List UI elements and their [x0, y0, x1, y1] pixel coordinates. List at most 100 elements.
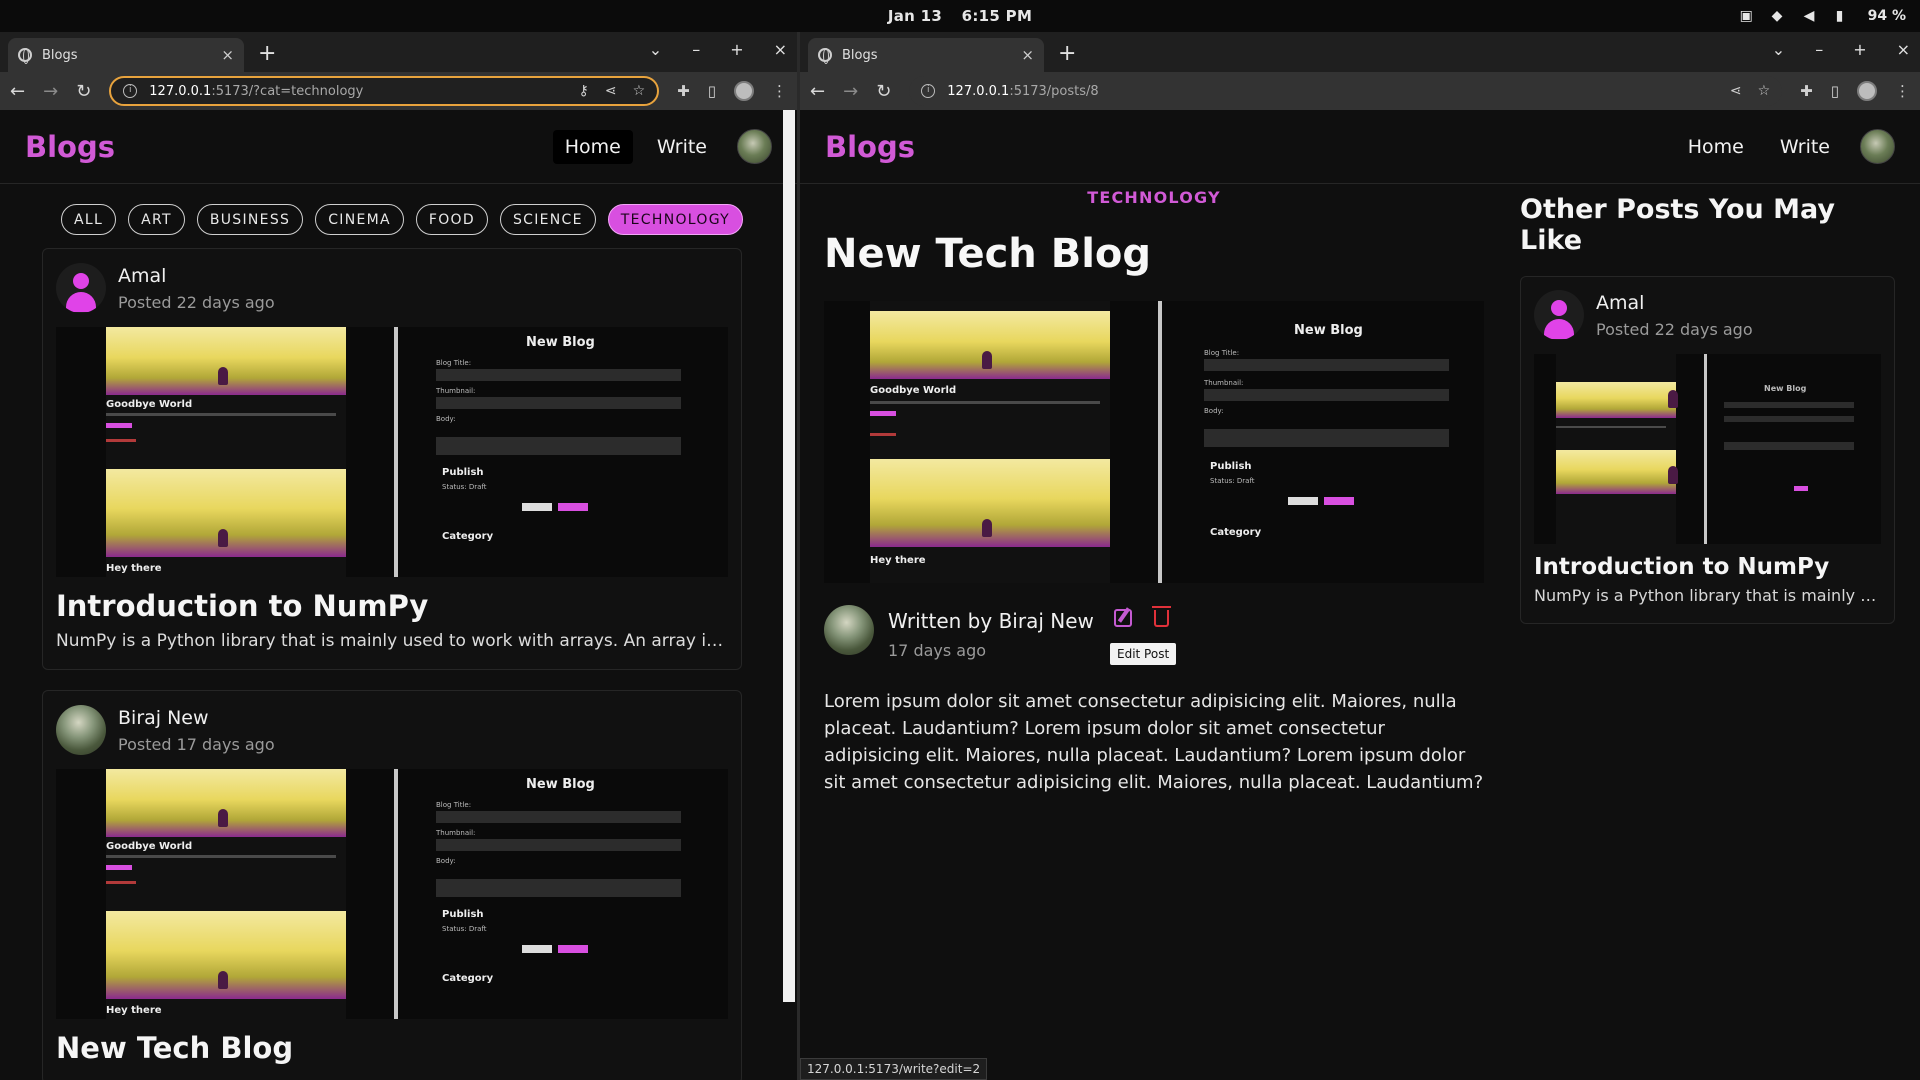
thumbnail-text: New Blog — [1764, 384, 1807, 393]
minimize-button[interactable]: – — [692, 40, 700, 59]
delete-icon[interactable] — [1151, 606, 1171, 627]
related-post-card[interactable]: Amal Posted 22 days ago New Blog Introdu… — [1520, 276, 1895, 624]
address-bar[interactable]: i 127.0.0.1:5173/?cat=technology ⚷ ⋖ ☆ — [109, 76, 660, 106]
default-avatar-icon — [56, 263, 106, 313]
site-info-icon[interactable]: i — [921, 84, 936, 98]
forward-arrow-icon[interactable]: → — [43, 81, 58, 102]
url-host: 127.0.0.1 — [947, 83, 1010, 99]
forward-arrow-icon[interactable]: → — [843, 81, 858, 102]
new-tab-button[interactable]: + — [258, 41, 276, 66]
address-bar[interactable]: i 127.0.0.1:5173/posts/8 ⋖ ☆ — [909, 76, 1783, 106]
category-chip-science[interactable]: SCIENCE — [499, 204, 596, 235]
key-icon[interactable]: ⚷ — [579, 83, 589, 99]
extensions-icon[interactable]: ✚ — [1800, 82, 1813, 100]
user-avatar[interactable] — [1860, 129, 1895, 164]
post-card[interactable]: Biraj New Posted 17 days ago Goodbye Wor… — [42, 690, 742, 1080]
back-arrow-icon[interactable]: ← — [10, 81, 25, 102]
post-body: Lorem ipsum dolor sit amet consectetur a… — [824, 691, 1484, 793]
wifi-icon[interactable]: ◆ — [1772, 8, 1788, 24]
tab-strip: Blogs × + ⌄ – + × — [0, 32, 797, 72]
close-window-button[interactable]: × — [774, 40, 787, 59]
post-excerpt: NumPy is a Python library that is mainly… — [1534, 586, 1881, 605]
thumbnail-text: Body: — [436, 415, 456, 423]
thumbnail-text: New Blog — [526, 777, 595, 792]
browser-menu-icon[interactable]: ⋮ — [1895, 82, 1910, 100]
site-info-icon[interactable]: i — [123, 84, 138, 98]
browser-window-left: Blogs × + ⌄ – + × ← → ↻ i 127.0.0.1:5173… — [0, 32, 797, 1080]
nav-home-link[interactable]: Home — [552, 129, 633, 164]
thumbnail-text: Publish — [442, 467, 484, 478]
battery-icon[interactable]: ▮ — [1836, 8, 1852, 24]
thumbnail-text: New Blog — [526, 335, 595, 350]
side-panel-icon[interactable]: ▯ — [708, 82, 716, 100]
browser-tab[interactable]: Blogs × — [8, 38, 244, 72]
post-thumbnail[interactable]: Goodbye World Hey there New Blog Blog Ti… — [56, 327, 728, 577]
category-chip-cinema[interactable]: CINEMA — [315, 204, 404, 235]
site-navbar: Blogs Home Write — [0, 110, 797, 184]
system-date: Jan 13 — [887, 7, 943, 25]
browser-menu-icon[interactable]: ⋮ — [772, 82, 787, 100]
thumbnail-text: New Blog — [1294, 323, 1363, 338]
category-chip-technology[interactable]: TECHNOLOGY — [607, 204, 744, 235]
browser-toolbar: ← → ↻ i 127.0.0.1:5173/posts/8 ⋖ ☆ ✚ ▯ ⋮ — [800, 72, 1920, 110]
category-chip-food[interactable]: FOOD — [415, 204, 488, 235]
post-excerpt: NumPy is a Python library that is mainly… — [56, 631, 728, 651]
post-author: Written by Biraj New — [888, 609, 1094, 633]
post-thumbnail[interactable]: New Blog — [1534, 354, 1881, 544]
category-chip-business[interactable]: BUSINESS — [196, 204, 304, 235]
post-title[interactable]: Introduction to NumPy — [56, 589, 728, 623]
page-scrollbar[interactable] — [783, 110, 795, 1002]
thumbnail-text: Category — [442, 973, 494, 984]
category-chip-art[interactable]: ART — [128, 204, 185, 235]
post-title: New Tech Blog — [824, 231, 1152, 277]
post-title[interactable]: Introduction to NumPy — [1534, 554, 1881, 580]
browser-tab[interactable]: Blogs × — [808, 38, 1044, 72]
link-status-url: 127.0.0.1:5173/write?edit=2 — [800, 1058, 988, 1080]
category-chip-all[interactable]: ALL — [61, 204, 117, 235]
nav-write-link[interactable]: Write — [645, 130, 719, 164]
bookmark-star-icon[interactable]: ☆ — [1758, 83, 1771, 99]
post-thumbnail[interactable]: Goodbye World Hey there New Blog Blog Ti… — [56, 769, 728, 1019]
bookmark-star-icon[interactable]: ☆ — [633, 83, 646, 99]
profile-avatar-icon[interactable] — [734, 81, 754, 101]
extensions-icon[interactable]: ✚ — [677, 82, 690, 100]
globe-icon — [18, 48, 32, 64]
edit-icon[interactable] — [1113, 609, 1132, 627]
share-icon[interactable]: ⋖ — [605, 83, 617, 99]
thumbnail-text: Category — [1210, 527, 1262, 538]
tab-search-icon[interactable]: ⌄ — [1772, 40, 1785, 59]
site-logo[interactable]: Blogs — [825, 130, 915, 164]
screen-share-icon[interactable]: ▣ — [1740, 8, 1756, 24]
reload-icon[interactable]: ↻ — [876, 81, 891, 102]
site-logo[interactable]: Blogs — [25, 130, 115, 164]
reload-icon[interactable]: ↻ — [76, 81, 91, 102]
globe-icon — [818, 48, 832, 64]
new-tab-button[interactable]: + — [1058, 41, 1076, 66]
nav-home-link[interactable]: Home — [1676, 130, 1756, 164]
url-path: :5173/?cat=technology — [211, 83, 364, 99]
maximize-button[interactable]: + — [730, 40, 743, 59]
system-clock[interactable]: Jan 13 6:15 PM — [888, 7, 1032, 25]
side-panel-icon[interactable]: ▯ — [1831, 82, 1839, 100]
tab-close-icon[interactable]: × — [221, 46, 234, 64]
tab-close-icon[interactable]: × — [1021, 46, 1034, 64]
thumbnail-text: Status: Draft — [442, 925, 487, 933]
post-title[interactable]: New Tech Blog — [56, 1031, 728, 1065]
close-window-button[interactable]: × — [1897, 40, 1910, 59]
post-card[interactable]: Amal Posted 22 days ago Goodbye World He… — [42, 248, 742, 670]
post-feed: Amal Posted 22 days ago Goodbye World He… — [42, 248, 742, 1080]
thumbnail-text: Status: Draft — [442, 483, 487, 491]
thumbnail-text: Blog Title: — [436, 801, 472, 809]
post-content: TECHNOLOGY New Tech Blog Goodbye World H… — [824, 188, 1484, 796]
nav-write-link[interactable]: Write — [1768, 130, 1842, 164]
minimize-button[interactable]: – — [1815, 40, 1823, 59]
tab-search-icon[interactable]: ⌄ — [649, 40, 662, 59]
profile-avatar-icon[interactable] — [1857, 81, 1877, 101]
user-avatar[interactable] — [737, 129, 772, 164]
category-filter: ALL ART BUSINESS CINEMA FOOD SCIENCE TEC… — [0, 184, 797, 235]
volume-icon[interactable]: ◀ — [1804, 8, 1820, 24]
share-icon[interactable]: ⋖ — [1730, 83, 1742, 99]
maximize-button[interactable]: + — [1853, 40, 1866, 59]
system-top-bar: Jan 13 6:15 PM ▣ ◆ ◀ ▮ 94 % — [0, 0, 1920, 32]
back-arrow-icon[interactable]: ← — [810, 81, 825, 102]
